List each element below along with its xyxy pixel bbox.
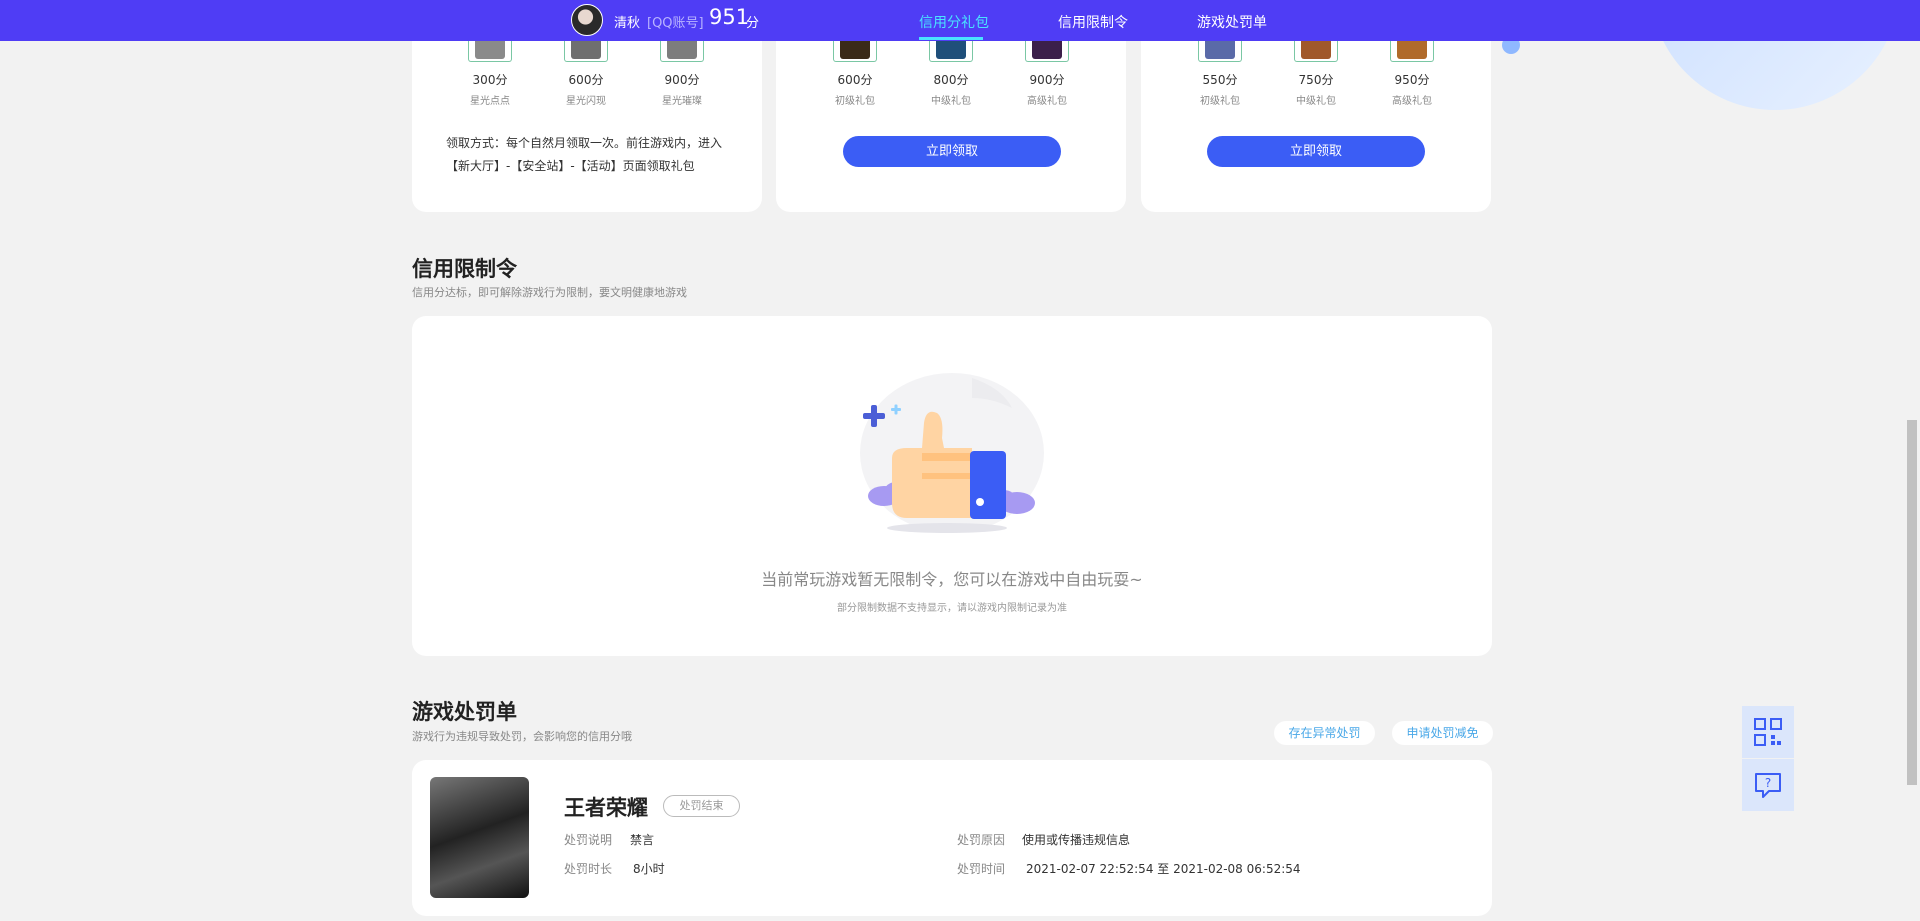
penalty-desc-value: 禁言	[630, 833, 655, 847]
qr-code-button[interactable]	[1742, 706, 1794, 758]
thumbs-up-illustration	[860, 373, 1044, 533]
prize-item: 600分 星光闪现	[546, 34, 626, 107]
avatar[interactable]	[571, 4, 603, 36]
prize-points: 600分	[568, 73, 604, 87]
prize-points: 900分	[1029, 73, 1065, 87]
prize-points: 900分	[664, 73, 700, 87]
penalty-duration-value: 8小时	[633, 862, 665, 876]
prize-name: 星光闪现	[566, 96, 606, 107]
tab-game-penalty[interactable]: 游戏处罚单	[1197, 12, 1267, 32]
help-icon: ?	[1755, 773, 1781, 798]
credit-score: 951	[709, 5, 750, 29]
prize-points: 800分	[933, 73, 969, 87]
empty-state-message: 当前常玩游戏暂无限制令，您可以在游戏中自由玩耍~	[761, 570, 1143, 589]
help-feedback-button[interactable]: ?	[1742, 759, 1794, 811]
prize-name: 星光璀璨	[662, 96, 702, 107]
penalty-time-value: 2021-02-07 22:52:54 至 2021-02-08 06:52:5…	[1026, 862, 1301, 876]
prize-item: 950分 高级礼包	[1372, 34, 1452, 107]
prize-name: 中级礼包	[1296, 96, 1336, 107]
section-subtitle-restriction: 信用分达标，即可解除游戏行为限制，要文明健康地游戏	[412, 286, 687, 299]
report-abnormal-penalty-button[interactable]: 存在异常处罚	[1274, 721, 1375, 745]
prize-points: 600分	[837, 73, 873, 87]
qr-code-icon	[1754, 718, 1782, 746]
claim-instructions: 领取方式：每个自然月领取一次。前往游戏内，进入【新大厅】-【安全站】-【活动】页…	[446, 136, 723, 173]
apply-penalty-reduction-button[interactable]: 申请处罚减免	[1392, 721, 1493, 745]
penalty-duration-label: 处罚时长	[564, 862, 613, 876]
claim-button[interactable]: 立即领取	[1207, 136, 1425, 167]
prize-item: 900分 星光璀璨	[642, 34, 722, 107]
scrollbar-thumb[interactable]	[1907, 420, 1917, 785]
credit-score-unit: 分	[746, 16, 760, 31]
empty-state-note: 部分限制数据不支持显示，请以游戏内限制记录为准	[837, 603, 1067, 614]
game-name: 王者荣耀	[564, 796, 648, 820]
status-badge: 处罚结束	[663, 795, 740, 817]
penalty-reason-label: 处罚原因	[957, 833, 1006, 847]
penalty-desc-label: 处罚说明	[564, 833, 613, 847]
tab-credit-gift[interactable]: 信用分礼包	[919, 12, 989, 32]
section-subtitle-penalty: 游戏行为违规导致处罚，会影响您的信用分哦	[412, 730, 632, 743]
prize-name: 初级礼包	[1200, 96, 1240, 107]
prize-points: 550分	[1202, 73, 1238, 87]
prize-item: 550分 初级礼包	[1180, 34, 1260, 107]
prize-points: 300分	[472, 73, 508, 87]
prize-name: 高级礼包	[1392, 96, 1432, 107]
prize-name: 中级礼包	[931, 96, 971, 107]
prize-points: 750分	[1298, 73, 1334, 87]
account-type-tag: [QQ账号]	[647, 16, 704, 31]
prize-item: 900分 高级礼包	[1007, 34, 1087, 107]
claim-button[interactable]: 立即领取	[843, 136, 1061, 167]
prize-points: 950分	[1394, 73, 1430, 87]
penalty-time-label: 处罚时间	[957, 862, 1006, 876]
username: 清秋	[614, 16, 641, 31]
section-title-penalty: 游戏处罚单	[412, 700, 517, 724]
prize-name: 高级礼包	[1027, 96, 1067, 107]
tab-credit-restriction[interactable]: 信用限制令	[1058, 12, 1128, 32]
active-tab-indicator	[919, 37, 983, 40]
game-cover-image	[430, 777, 529, 898]
prize-name: 星光点点	[470, 96, 510, 107]
top-navigation-bar: 清秋 [QQ账号] 951 分 信用分礼包 信用限制令 游戏处罚单	[0, 0, 1920, 41]
prize-item: 300分 星光点点	[450, 34, 530, 107]
penalty-reason-value: 使用或传播违规信息	[1022, 833, 1131, 847]
svg-text:?: ?	[1765, 776, 1771, 790]
section-title-restriction: 信用限制令	[412, 257, 517, 281]
prize-name: 初级礼包	[835, 96, 875, 107]
prize-item: 750分 中级礼包	[1276, 34, 1356, 107]
prize-item: 800分 中级礼包	[911, 34, 991, 107]
prize-item: 600分 初级礼包	[815, 34, 895, 107]
